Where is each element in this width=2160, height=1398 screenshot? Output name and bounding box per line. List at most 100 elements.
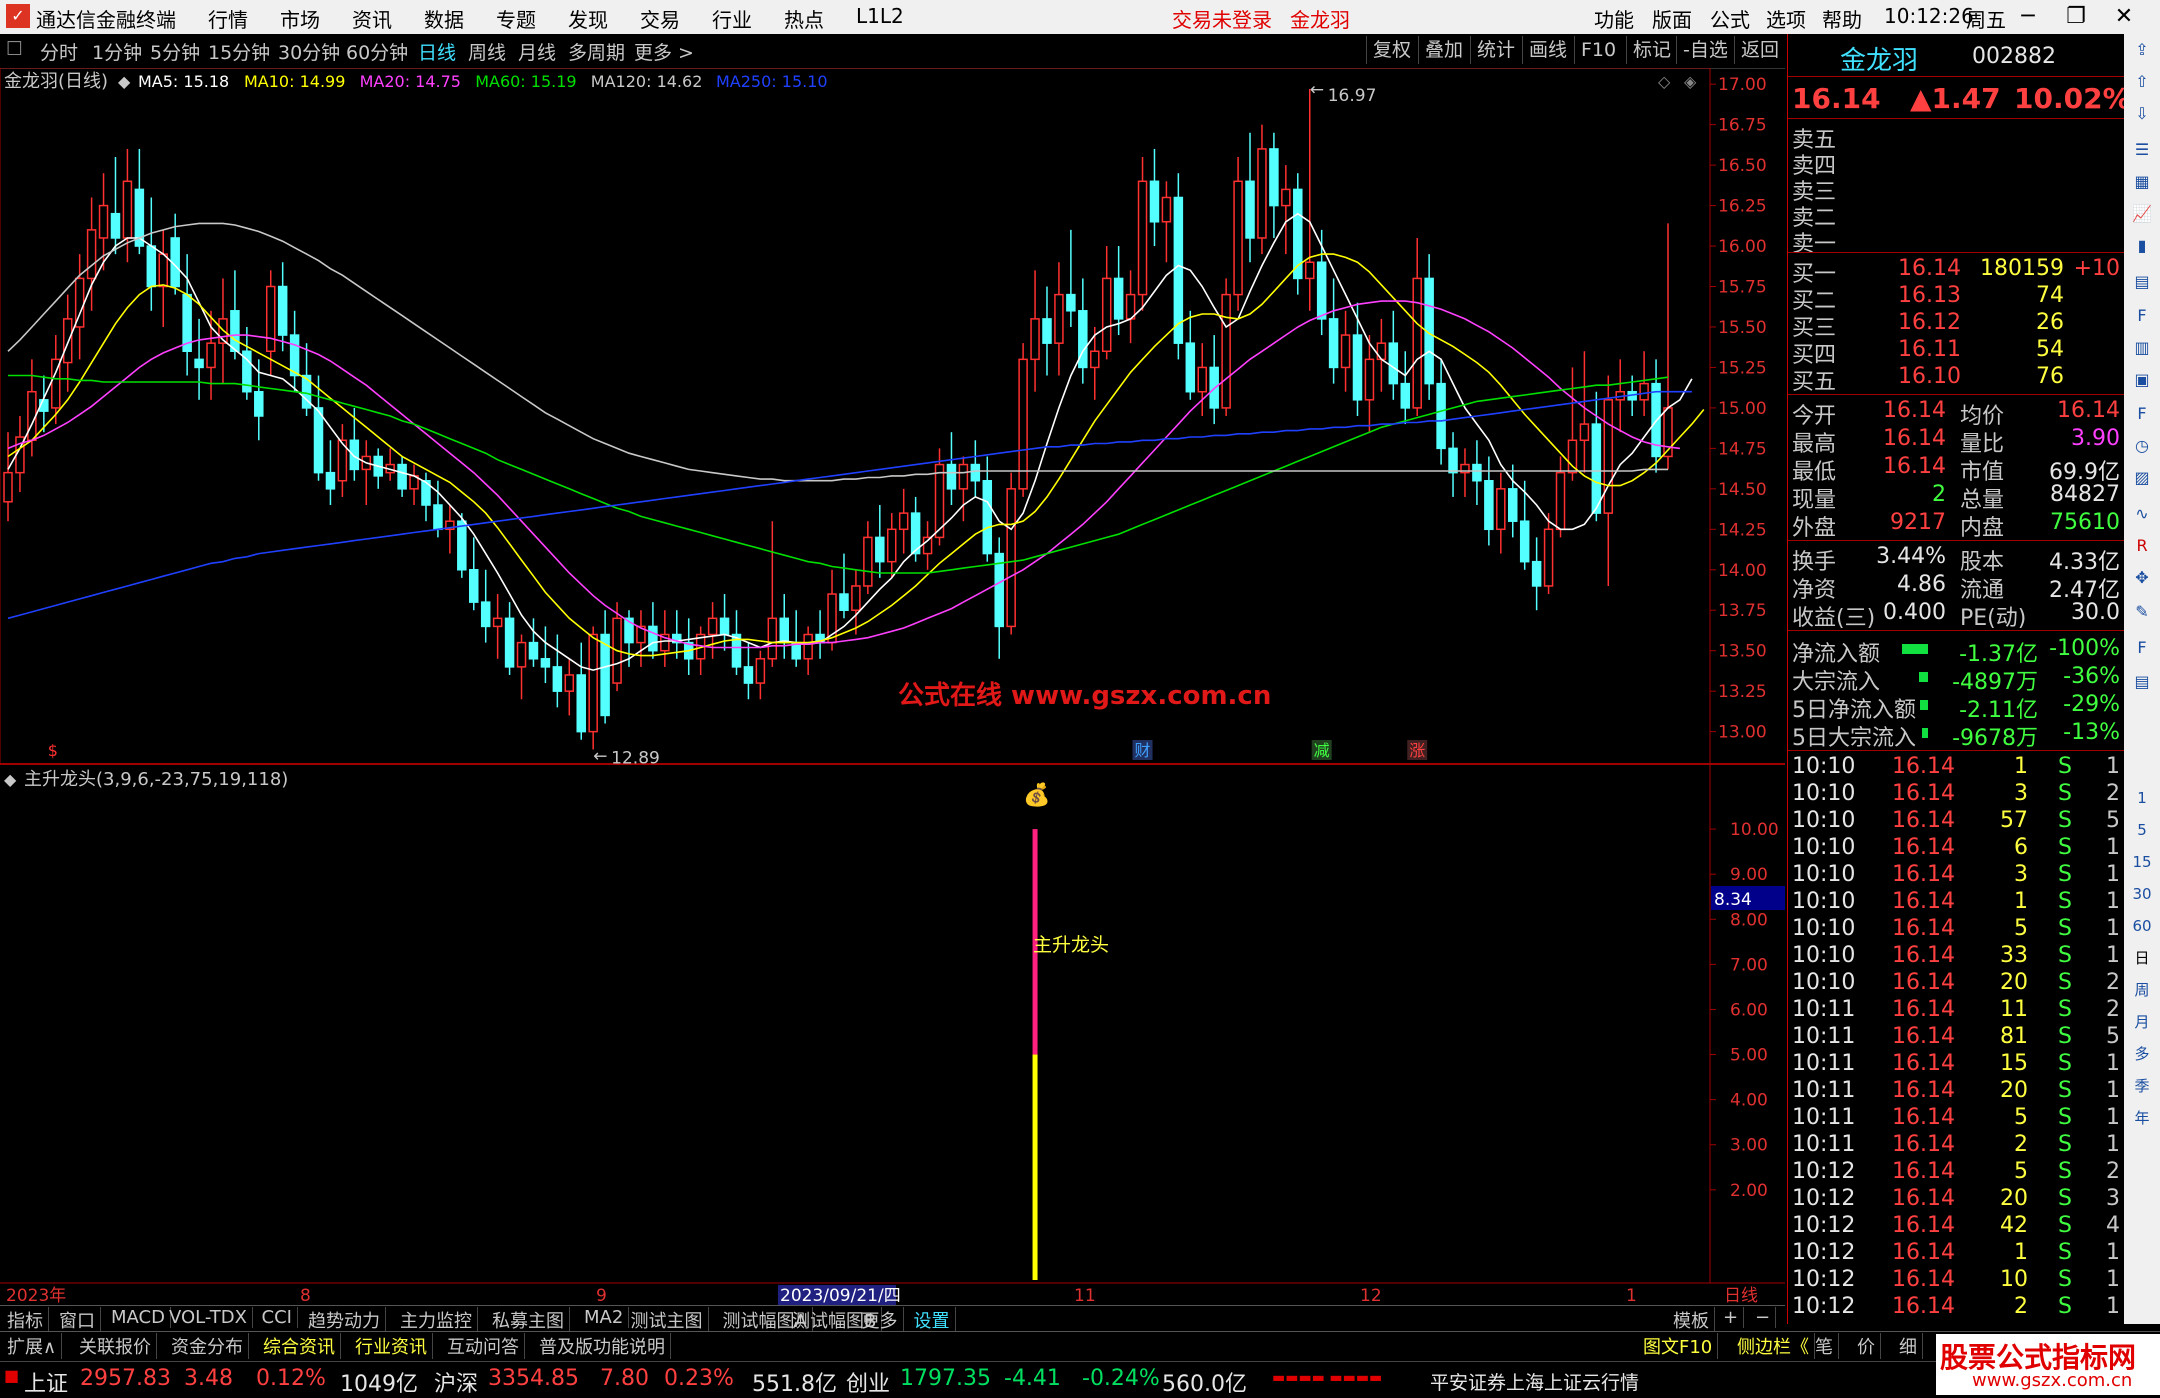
menu-item[interactable]: 专题 — [496, 4, 536, 33]
toolbar-button[interactable]: 叠加 — [1418, 36, 1469, 64]
event-markers[interactable]: $ 财 减 涨 — [48, 740, 1428, 760]
collapse-icon[interactable]: ☐ — [6, 38, 23, 60]
period-tab[interactable]: 15分钟 — [208, 38, 270, 65]
f5-icon[interactable]: F — [2130, 636, 2154, 660]
event-marker[interactable]: 减 — [1314, 741, 1330, 760]
template-tab[interactable]: − — [1750, 1307, 1777, 1328]
event-marker[interactable]: 涨 — [1409, 741, 1425, 760]
toolbar-button[interactable]: -自选 — [1676, 36, 1734, 64]
indicator-tab[interactable]: VOL-TDX — [164, 1307, 253, 1328]
indicator-tab[interactable]: 主力监控 — [395, 1307, 478, 1333]
rsi-icon[interactable]: R — [2130, 534, 2154, 558]
collapse-icon[interactable]: ◆ — [4, 770, 17, 789]
f2-icon[interactable]: F — [2130, 402, 2154, 426]
kline-icon[interactable]: ▮ — [2130, 234, 2154, 258]
table-icon[interactable]: ▤ — [2130, 270, 2154, 294]
info-tab[interactable]: 普及版功能说明 — [534, 1333, 671, 1359]
info-tab[interactable]: 行业资讯 — [350, 1333, 433, 1359]
menu-item[interactable]: 发现 — [568, 4, 608, 33]
side-period-item[interactable]: 周 — [2130, 978, 2154, 1002]
money-bag-icon[interactable]: 💰 — [1023, 782, 1050, 808]
period-tab[interactable]: 多周期 — [568, 38, 625, 65]
period-tab[interactable]: 1分钟 — [92, 38, 142, 65]
event-marker[interactable]: 财 — [1135, 741, 1151, 760]
toolbar-button[interactable]: 标记 — [1626, 36, 1677, 64]
panel-tab[interactable]: 侧边栏《 — [1732, 1333, 1815, 1359]
period-tab[interactable]: 5分钟 — [150, 38, 200, 65]
move-icon[interactable]: ✥ — [2130, 566, 2154, 590]
side-period-item[interactable]: 多 — [2130, 1042, 2154, 1066]
period-tab[interactable]: 60分钟 — [346, 38, 408, 65]
toolbar-button[interactable]: F10 — [1574, 36, 1622, 64]
indicator-tab[interactable]: MACD — [106, 1307, 171, 1328]
toolbar-button[interactable]: 复权 — [1366, 36, 1417, 64]
up-icon[interactable]: ⇧ — [2130, 70, 2154, 94]
menu-item[interactable]: 热点 — [784, 4, 824, 33]
info-tab[interactable]: 互动问答 — [442, 1333, 525, 1359]
trade-status[interactable]: 交易未登录 — [1172, 4, 1272, 33]
menu-item[interactable]: 公式 — [1710, 4, 1750, 33]
down-icon[interactable]: ⇩ — [2130, 102, 2154, 126]
menu-item[interactable]: 功能 — [1594, 4, 1634, 33]
news-icon[interactable]: ▥ — [2130, 336, 2154, 360]
indicator-tab[interactable]: 测试主图 — [626, 1307, 709, 1333]
doc-icon[interactable]: ▣ — [2130, 368, 2154, 392]
menu-item[interactable]: 数据 — [424, 4, 464, 33]
toolbar-button[interactable]: 统计 — [1470, 36, 1521, 64]
indicator-tab[interactable]: MA2 — [579, 1307, 630, 1328]
menu-item[interactable]: 市场 — [280, 4, 320, 33]
index-name[interactable]: 创业 — [846, 1366, 890, 1398]
menu-item[interactable]: 版面 — [1652, 4, 1692, 33]
side-period-item[interactable]: 年 — [2130, 1106, 2154, 1130]
menu-item[interactable]: 行情 — [208, 4, 248, 33]
period-tab[interactable]: 30分钟 — [278, 38, 340, 65]
menu-item[interactable]: 交易 — [640, 4, 680, 33]
indicator-tab[interactable]: 趋势动力 — [303, 1307, 386, 1333]
clock-icon[interactable]: ◷ — [2130, 434, 2154, 458]
menu-item[interactable]: 行业 — [712, 4, 752, 33]
toolbar-button[interactable]: 返回 — [1734, 36, 1785, 64]
info-tab[interactable]: 关联报价 — [74, 1333, 157, 1359]
up-arrow-icon[interactable]: ⇪ — [2130, 38, 2154, 62]
period-tab[interactable]: 月线 — [518, 38, 556, 65]
event-marker[interactable]: $ — [48, 741, 58, 760]
info-tab[interactable]: 资金分布 — [166, 1333, 249, 1359]
menu-item[interactable]: 帮助 — [1822, 4, 1862, 33]
settings-icon[interactable]: ◇ — [1658, 72, 1671, 91]
line-chart-icon[interactable]: 📈 — [2130, 202, 2154, 226]
maximize-icon[interactable]: ❐ — [2058, 2, 2094, 32]
f10-icon[interactable]: F — [2130, 304, 2154, 328]
indicator-tab[interactable]: 私募主图 — [487, 1307, 570, 1333]
side-period-item[interactable]: 15 — [2130, 850, 2154, 874]
info-tab[interactable]: 扩展∧ — [2, 1333, 63, 1359]
wave-icon[interactable]: ∿ — [2130, 502, 2154, 526]
index-name[interactable]: 沪深 — [434, 1366, 478, 1398]
indicator-tab[interactable]: 窗口 — [54, 1307, 101, 1333]
period-tab-active[interactable]: 日线 — [418, 38, 456, 65]
period-tab-more[interactable]: 更多 > — [634, 38, 694, 65]
toolbar-button[interactable]: 画线 — [1522, 36, 1573, 64]
side-period-item[interactable]: 5 — [2130, 818, 2154, 842]
book-icon[interactable]: ▤ — [2130, 670, 2154, 694]
info-tab[interactable]: 综合资讯 — [258, 1333, 341, 1359]
list-icon[interactable]: ☰ — [2130, 138, 2154, 162]
panel-tab[interactable]: 笔 — [1810, 1333, 1839, 1359]
side-period-item[interactable]: 日 — [2130, 946, 2154, 970]
panel-tab[interactable]: 细 — [1894, 1333, 1923, 1359]
indicator-tab[interactable]: 指标 — [2, 1307, 49, 1333]
minimize-icon[interactable]: ─ — [2010, 2, 2046, 32]
panel-tab[interactable]: 图文F10 — [1638, 1333, 1719, 1359]
template-tab[interactable]: 模板 — [1668, 1307, 1715, 1333]
side-period-item[interactable]: 月 — [2130, 1010, 2154, 1034]
kline-chart[interactable]: 金龙羽(日线) ◆ MA5: 15.18 MA10: 14.99 MA20: 14.… — [0, 68, 1785, 1305]
chart-icon[interactable]: ▨ — [2130, 466, 2154, 490]
period-tab[interactable]: 周线 — [468, 38, 506, 65]
menu-item[interactable]: 资讯 — [352, 4, 392, 33]
side-period-item[interactable]: 60 — [2130, 914, 2154, 938]
grid-icon[interactable]: ▦ — [2130, 170, 2154, 194]
side-period-item[interactable]: 30 — [2130, 882, 2154, 906]
indicator-tab[interactable]: 更多 — [857, 1307, 904, 1333]
side-period-item[interactable]: 季 — [2130, 1074, 2154, 1098]
side-period-item[interactable]: 1 — [2130, 786, 2154, 810]
expand-icon[interactable]: ◈ — [1684, 72, 1697, 91]
